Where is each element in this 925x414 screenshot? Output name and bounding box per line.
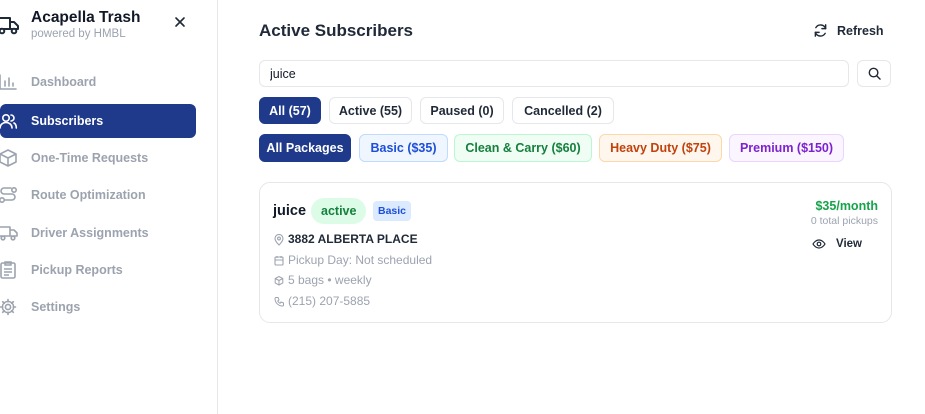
truck-icon [0, 226, 18, 241]
sidebar-item-one-time-requests[interactable]: One-Time Requests [0, 141, 196, 175]
clipboard-icon [0, 261, 16, 279]
package-filter-basic[interactable]: Basic ($35) [359, 134, 448, 162]
sidebar-item-label: Driver Assignments [31, 226, 149, 240]
tab-all[interactable]: All (57) [259, 97, 321, 124]
tab-paused[interactable]: Paused (0) [420, 97, 504, 124]
tab-cancelled[interactable]: Cancelled (2) [512, 97, 614, 124]
sidebar-item-subscribers[interactable]: Subscribers [0, 104, 196, 138]
subscription-price: $35/month [815, 199, 878, 213]
subscriber-card[interactable]: juice active Basic 3882 ALBERTA PLACE Pi… [259, 182, 892, 323]
package-filter-all[interactable]: All Packages [259, 134, 351, 162]
brand-subtitle: powered by HMBL [31, 28, 126, 40]
refresh-icon [814, 24, 827, 37]
truck-logo-icon [0, 17, 19, 35]
search-button[interactable] [857, 60, 891, 87]
subscriber-name: juice [273, 203, 307, 219]
sidebar-item-driver-assignments[interactable]: Driver Assignments [0, 216, 196, 250]
close-icon[interactable] [172, 14, 188, 30]
sidebar-item-label: Settings [31, 300, 81, 314]
total-pickups: 0 total pickups [810, 215, 878, 227]
sidebar-item-label: Route Optimization [31, 188, 146, 202]
sidebar-item-label: Subscribers [31, 114, 104, 128]
package-filter-premium[interactable]: Premium ($150) [729, 134, 844, 162]
status-badge: active [311, 198, 367, 224]
search-icon [868, 67, 881, 80]
package-icon [274, 275, 284, 286]
sidebar-item-label: One-Time Requests [31, 151, 149, 165]
gear-icon [0, 298, 17, 316]
tab-active[interactable]: Active (55) [329, 97, 412, 124]
brand-title: Acapella Trash [31, 9, 141, 26]
phone-icon [274, 297, 284, 307]
bar-chart-icon [0, 74, 17, 90]
users-icon [0, 113, 18, 129]
sidebar-item-label: Dashboard [31, 75, 97, 89]
sidebar-item-label: Pickup Reports [31, 263, 123, 277]
refresh-label: Refresh [837, 24, 884, 38]
sidebar-item-dashboard[interactable]: Dashboard [0, 65, 196, 99]
sidebar-item-route-optimization[interactable]: Route Optimization [0, 178, 196, 212]
sidebar-item-settings[interactable]: Settings [0, 290, 196, 324]
subscriber-phone: (215) 207-5885 [288, 294, 371, 308]
package-icon [0, 149, 17, 167]
view-label: View [836, 238, 862, 250]
main-content: Active Subscribers Refresh All (57) Acti… [218, 0, 925, 414]
page-title: Active Subscribers [259, 21, 414, 40]
view-button[interactable]: View [812, 236, 862, 254]
plan-badge: Basic [373, 201, 412, 221]
map-pin-icon [274, 234, 284, 246]
pickup-day: Pickup Day: Not scheduled [288, 253, 433, 267]
eye-icon [812, 239, 826, 249]
bags-frequency: 5 bags • weekly [288, 273, 372, 287]
package-filter-heavy-duty[interactable]: Heavy Duty ($75) [599, 134, 722, 162]
search-input[interactable] [259, 60, 849, 87]
sidebar: Acapella Trash powered by HMBL Dashboard… [0, 0, 218, 414]
sidebar-item-pickup-reports[interactable]: Pickup Reports [0, 253, 196, 287]
package-filter-clean-carry[interactable]: Clean & Carry ($60) [454, 134, 592, 162]
route-icon [0, 186, 18, 203]
subscriber-address: 3882 ALBERTA PLACE [288, 232, 418, 246]
calendar-icon [274, 256, 284, 266]
